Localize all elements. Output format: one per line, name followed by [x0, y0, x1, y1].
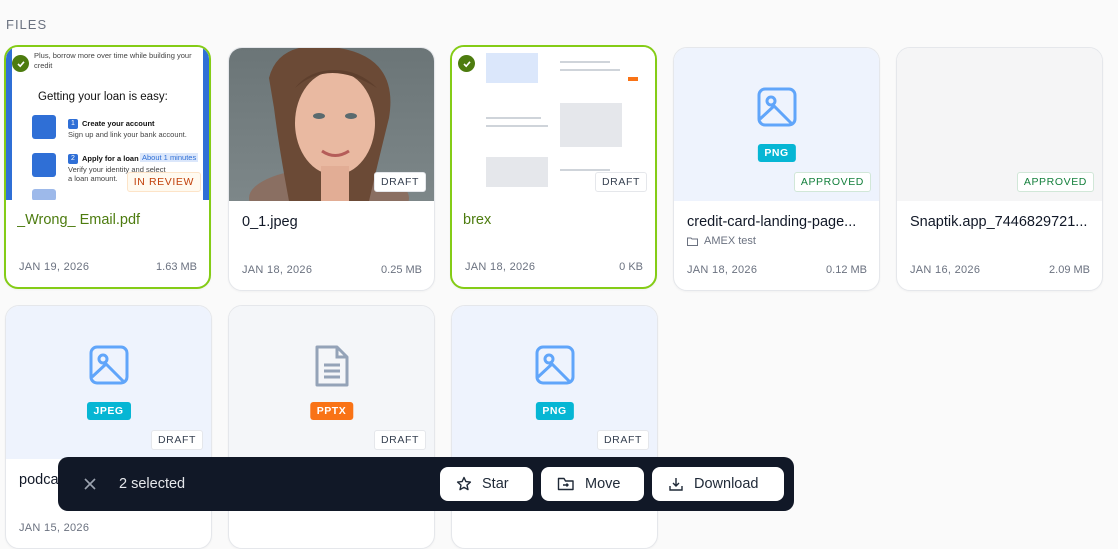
loan-step2-tag: About 1 minutes — [140, 153, 199, 162]
file-name[interactable]: brex — [463, 212, 643, 228]
move-button[interactable]: Move — [541, 467, 644, 501]
star-label: Star — [482, 476, 509, 492]
file-date: JAN 18, 2026 — [242, 264, 313, 276]
status-badge: DRAFT — [374, 172, 426, 192]
file-date: JAN 18, 2026 — [687, 264, 758, 276]
loan-intro: Plus, borrow more over time while buildi… — [34, 51, 192, 70]
file-size: 1.63 MB — [156, 261, 197, 273]
file-type-badge: PPTX — [309, 402, 354, 420]
close-icon — [84, 478, 96, 490]
download-button[interactable]: Download — [652, 467, 784, 501]
loan-step1-title: Create your account — [82, 119, 155, 128]
apply-step-icon — [32, 153, 56, 177]
status-badge: APPROVED — [1016, 172, 1094, 192]
file-name[interactable]: 0_1.jpeg — [242, 214, 422, 230]
file-card[interactable]: DRAFT 0_1.jpeg JAN 18, 2026 0.25 MB — [228, 47, 435, 291]
status-badge: DRAFT — [595, 172, 647, 192]
file-size: 0 KB — [619, 261, 643, 273]
file-card[interactable]: PNG DRAFT — [451, 305, 658, 549]
file-size: 2.09 MB — [1049, 264, 1090, 276]
file-date: JAN 16, 2026 — [910, 264, 981, 276]
status-badge: DRAFT — [151, 430, 203, 450]
file-type-badge: JPEG — [86, 402, 131, 420]
file-name[interactable]: _Wrong_ Email.pdf — [17, 212, 197, 228]
image-icon — [535, 345, 574, 385]
image-icon — [757, 87, 796, 127]
file-card[interactable]: APPROVED Snaptik.app_7446829721... JAN 1… — [896, 47, 1103, 291]
file-card[interactable]: Plus, borrow more over time while buildi… — [4, 45, 211, 289]
download-icon — [669, 478, 683, 491]
document-icon — [315, 345, 348, 387]
file-date: JAN 18, 2026 — [465, 261, 536, 273]
status-badge: IN REVIEW — [126, 172, 201, 192]
loan-heading: Getting your loan is easy: — [38, 91, 168, 103]
status-badge: DRAFT — [374, 430, 426, 450]
move-label: Move — [585, 476, 621, 492]
file-date: JAN 15, 2026 — [19, 522, 90, 534]
star-icon — [456, 476, 472, 491]
account-step-icon — [32, 115, 56, 139]
download-label: Download — [694, 476, 759, 492]
file-name[interactable]: Snaptik.app_7446829721... — [910, 214, 1090, 230]
image-icon — [89, 345, 128, 385]
selection-action-bar: 2 selected Star Move Download — [58, 457, 794, 511]
status-badge: APPROVED — [793, 172, 871, 192]
status-badge: DRAFT — [597, 430, 649, 450]
move-folder-icon — [557, 477, 574, 491]
file-card[interactable]: PNG APPROVED credit-card-landing-page...… — [673, 47, 880, 291]
folder-name: AMEX test — [704, 235, 756, 247]
loan-step1-text: Sign up and link your bank account. — [68, 130, 187, 139]
selection-count: 2 selected — [119, 476, 186, 492]
file-type-badge: PNG — [535, 402, 574, 420]
clear-selection-button[interactable] — [82, 476, 98, 492]
folder-label[interactable]: AMEX test — [687, 235, 756, 247]
selected-check-icon[interactable] — [458, 55, 475, 72]
loan-step2-title: Apply for a loan — [82, 154, 139, 163]
star-button[interactable]: Star — [440, 467, 533, 501]
section-title: FILES — [6, 17, 48, 32]
selected-check-icon[interactable] — [12, 55, 29, 72]
file-name[interactable]: credit-card-landing-page... — [687, 214, 867, 230]
folder-icon — [687, 237, 698, 246]
file-card[interactable]: JPEG DRAFT podca JAN 15, 2026 — [5, 305, 212, 549]
file-date: JAN 19, 2026 — [19, 261, 90, 273]
file-type-badge: PNG — [757, 144, 796, 162]
file-size: 0.12 MB — [826, 264, 867, 276]
file-card[interactable]: PPTX DRAFT — [228, 305, 435, 549]
file-size: 0.25 MB — [381, 264, 422, 276]
file-card[interactable]: DRAFT brex JAN 18, 2026 0 KB — [450, 45, 657, 289]
